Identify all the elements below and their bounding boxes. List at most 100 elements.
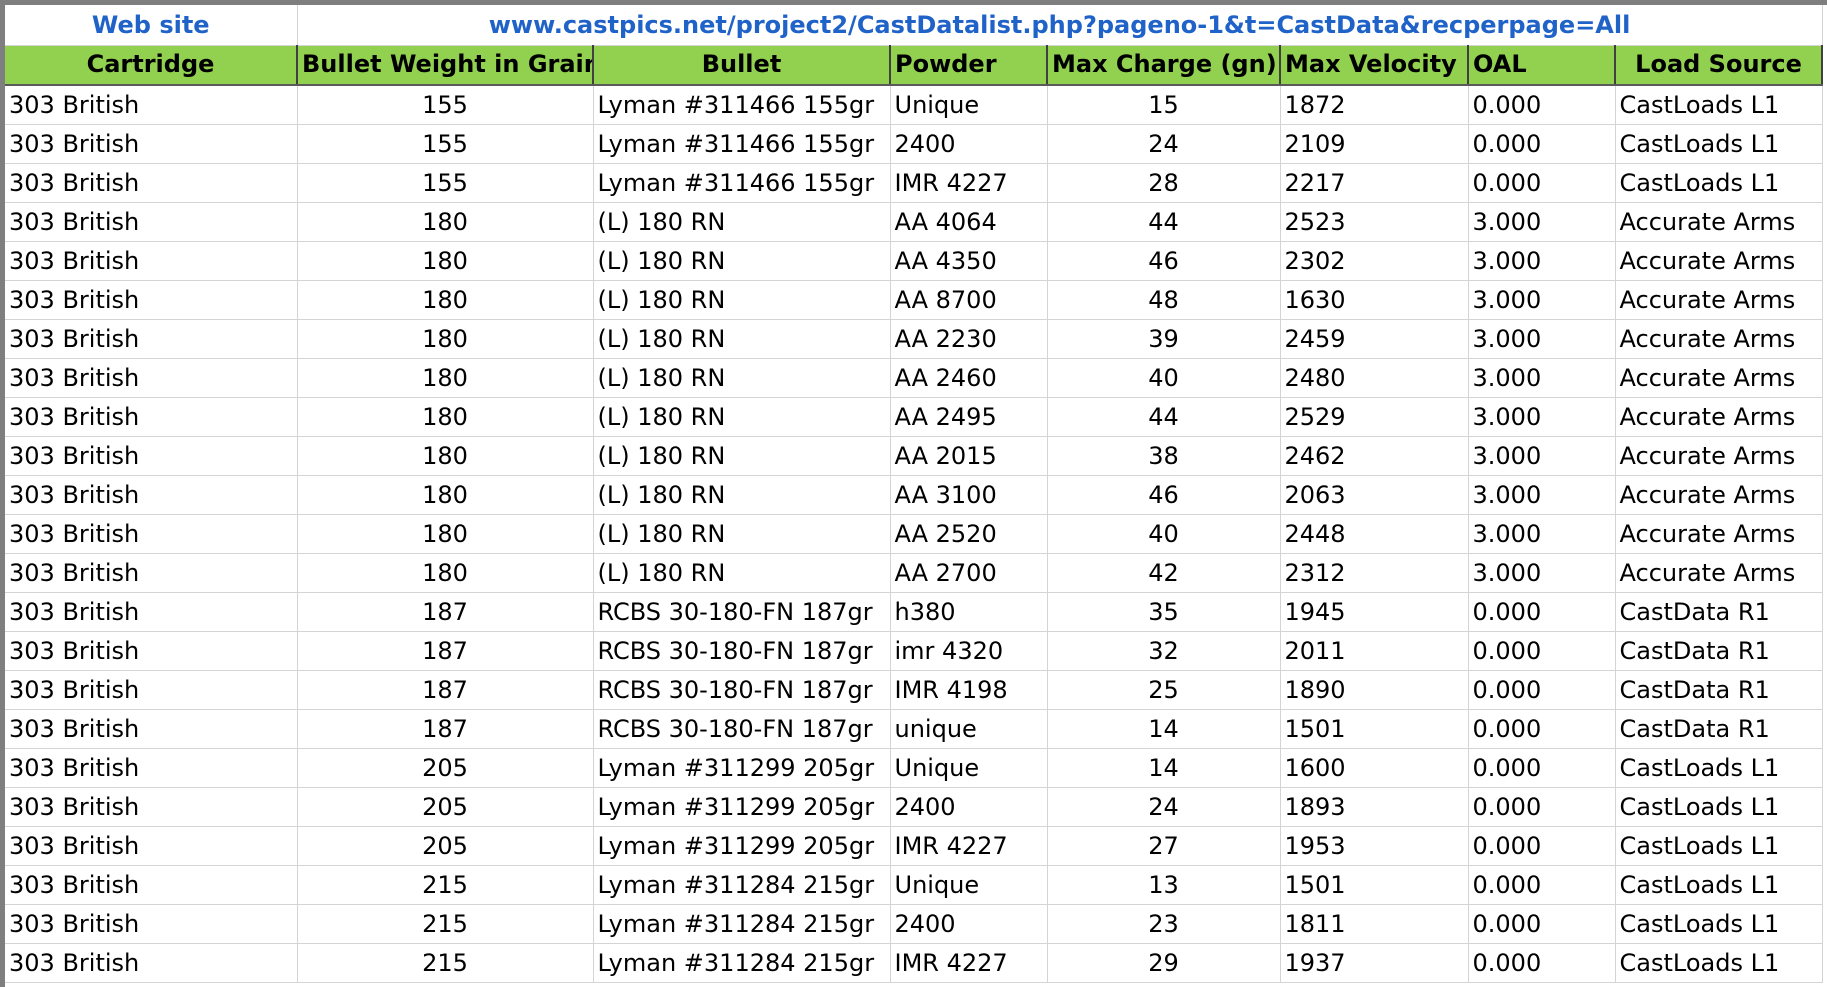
cell-max-charge[interactable]: 44 [1047,202,1281,242]
cell-max-charge[interactable]: 42 [1047,553,1281,593]
cell-oal[interactable]: 3.000 [1468,514,1616,554]
cell-powder[interactable]: imr 4320 [890,631,1048,671]
cell-bullet-weight[interactable]: 180 [297,436,594,476]
cell-bullet[interactable]: RCBS 30-180-FN 187gr [593,709,891,749]
cell-bullet[interactable]: Lyman #311284 215gr [593,943,891,983]
cell-max-charge[interactable]: 14 [1047,709,1281,749]
cell-oal[interactable]: 0.000 [1468,748,1616,788]
cell-bullet[interactable]: Lyman #311284 215gr [593,904,891,944]
cell-powder[interactable]: AA 2460 [890,358,1048,398]
cell-oal[interactable]: 0.000 [1468,163,1616,203]
cell-cartridge[interactable]: 303 British [5,163,298,203]
cell-max-velocity[interactable]: 1872 [1280,84,1469,125]
cell-oal[interactable]: 3.000 [1468,553,1616,593]
cell-bullet[interactable]: (L) 180 RN [593,280,891,320]
cell-max-velocity[interactable]: 2063 [1280,475,1469,515]
cell-max-velocity[interactable]: 1945 [1280,592,1469,632]
cell-load-source[interactable]: CastLoads L1 [1615,904,1823,944]
cell-max-charge[interactable]: 40 [1047,358,1281,398]
cell-load-source[interactable]: Accurate Arms [1615,436,1823,476]
cell-max-charge[interactable]: 24 [1047,787,1281,827]
cell-load-source[interactable]: CastData R1 [1615,592,1823,632]
header-bullet-weight[interactable]: Bullet Weight in Grains [297,45,594,86]
cell-load-source[interactable]: Accurate Arms [1615,553,1823,593]
cell-max-charge[interactable]: 40 [1047,514,1281,554]
cell-bullet[interactable]: RCBS 30-180-FN 187gr [593,631,891,671]
cell-cartridge[interactable]: 303 British [5,553,298,593]
cell-load-source[interactable]: CastData R1 [1615,709,1823,749]
cell-max-charge[interactable]: 15 [1047,84,1281,125]
cell-load-source[interactable]: CastLoads L1 [1615,124,1823,164]
cell-max-velocity[interactable]: 2459 [1280,319,1469,359]
cell-bullet-weight[interactable]: 180 [297,553,594,593]
cell-load-source[interactable]: CastData R1 [1615,670,1823,710]
cell-cartridge[interactable]: 303 British [5,319,298,359]
cell-bullet[interactable]: Lyman #311466 155gr [593,163,891,203]
cell-bullet[interactable]: (L) 180 RN [593,397,891,437]
cell-oal[interactable]: 0.000 [1468,670,1616,710]
cell-max-charge[interactable]: 46 [1047,241,1281,281]
cell-bullet-weight[interactable]: 205 [297,787,594,827]
header-max-charge[interactable]: Max Charge (gn) [1047,45,1281,86]
cell-bullet[interactable]: Lyman #311299 205gr [593,787,891,827]
cell-powder[interactable]: AA 3100 [890,475,1048,515]
cell-load-source[interactable]: CastLoads L1 [1615,943,1823,983]
cell-max-velocity[interactable]: 2480 [1280,358,1469,398]
cell-oal[interactable]: 0.000 [1468,124,1616,164]
cell-max-velocity[interactable]: 2448 [1280,514,1469,554]
cell-powder[interactable]: unique [890,709,1048,749]
cell-max-charge[interactable]: 27 [1047,826,1281,866]
cell-powder[interactable]: AA 2230 [890,319,1048,359]
cell-max-charge[interactable]: 38 [1047,436,1281,476]
cell-powder[interactable]: AA 8700 [890,280,1048,320]
cell-max-charge[interactable]: 44 [1047,397,1281,437]
website-url-cell[interactable]: www.castpics.net/project2/CastDatalist.p… [297,5,1823,46]
cell-load-source[interactable]: CastLoads L1 [1615,865,1823,905]
cell-bullet-weight[interactable]: 180 [297,397,594,437]
cell-load-source[interactable]: Accurate Arms [1615,358,1823,398]
cell-bullet[interactable]: Lyman #311466 155gr [593,84,891,125]
cell-bullet-weight[interactable]: 180 [297,358,594,398]
cell-oal[interactable]: 0.000 [1468,709,1616,749]
cell-max-charge[interactable]: 29 [1047,943,1281,983]
cell-oal[interactable]: 0.000 [1468,865,1616,905]
cell-cartridge[interactable]: 303 British [5,358,298,398]
cell-cartridge[interactable]: 303 British [5,826,298,866]
cell-cartridge[interactable]: 303 British [5,748,298,788]
cell-oal[interactable]: 0.000 [1468,826,1616,866]
cell-powder[interactable]: Unique [890,84,1048,125]
cell-max-velocity[interactable]: 1893 [1280,787,1469,827]
cell-powder[interactable]: Unique [890,748,1048,788]
cell-oal[interactable]: 3.000 [1468,358,1616,398]
cell-max-charge[interactable]: 23 [1047,904,1281,944]
cell-max-velocity[interactable]: 1630 [1280,280,1469,320]
cell-max-velocity[interactable]: 2529 [1280,397,1469,437]
cell-powder[interactable]: 2400 [890,787,1048,827]
cell-load-source[interactable]: CastLoads L1 [1615,163,1823,203]
cell-bullet[interactable]: (L) 180 RN [593,514,891,554]
cell-powder[interactable]: IMR 4227 [890,826,1048,866]
cell-powder[interactable]: AA 2700 [890,553,1048,593]
cell-load-source[interactable]: CastLoads L1 [1615,787,1823,827]
cell-bullet-weight[interactable]: 205 [297,748,594,788]
cell-cartridge[interactable]: 303 British [5,865,298,905]
cell-oal[interactable]: 3.000 [1468,280,1616,320]
header-bullet[interactable]: Bullet [593,45,891,86]
cell-bullet[interactable]: (L) 180 RN [593,358,891,398]
cell-bullet-weight[interactable]: 180 [297,319,594,359]
cell-load-source[interactable]: Accurate Arms [1615,397,1823,437]
header-max-velocity[interactable]: Max Velocity [1280,45,1469,86]
cell-oal[interactable]: 3.000 [1468,397,1616,437]
cell-bullet[interactable]: (L) 180 RN [593,436,891,476]
cell-load-source[interactable]: Accurate Arms [1615,280,1823,320]
cell-powder[interactable]: AA 2015 [890,436,1048,476]
cell-bullet-weight[interactable]: 215 [297,904,594,944]
cell-cartridge[interactable]: 303 British [5,397,298,437]
cell-max-velocity[interactable]: 1501 [1280,709,1469,749]
cell-load-source[interactable]: Accurate Arms [1615,514,1823,554]
cell-load-source[interactable]: Accurate Arms [1615,241,1823,281]
cell-oal[interactable]: 0.000 [1468,904,1616,944]
website-label-cell[interactable]: Web site [5,5,298,46]
cell-max-charge[interactable]: 32 [1047,631,1281,671]
cell-bullet[interactable]: (L) 180 RN [593,319,891,359]
